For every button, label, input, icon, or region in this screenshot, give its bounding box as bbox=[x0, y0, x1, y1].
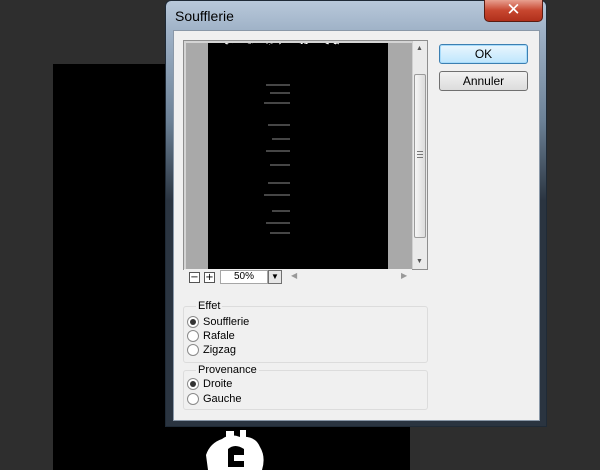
zoom-out-button[interactable]: − bbox=[189, 272, 200, 283]
arrow-right-icon[interactable]: ▶ bbox=[401, 271, 407, 280]
cancel-button[interactable]: Annuler bbox=[439, 71, 528, 91]
effect-option-label: Zigzag bbox=[203, 344, 237, 356]
arrow-up-icon[interactable]: ▲ bbox=[412, 42, 427, 56]
preview-margin-left bbox=[186, 43, 208, 269]
arrow-down-icon[interactable]: ▼ bbox=[412, 255, 427, 269]
preview-margin-right bbox=[388, 43, 412, 269]
source-option-label: Droite bbox=[203, 378, 233, 390]
zoom-bar bbox=[184, 269, 412, 286]
effect-group-label: Effet bbox=[196, 300, 223, 312]
preview-text: Glace bbox=[208, 43, 345, 54]
source-group-label: Provenance bbox=[196, 364, 259, 376]
effect-radio-zigzag[interactable] bbox=[187, 344, 199, 356]
preview-image: Glace bbox=[208, 43, 345, 234]
effect-option-label: Rafale bbox=[203, 330, 235, 342]
arrow-left-icon[interactable]: ◀ bbox=[291, 271, 297, 280]
ok-button[interactable]: OK bbox=[439, 44, 528, 64]
zoom-out-icon: − bbox=[190, 272, 199, 283]
zoom-level-field[interactable]: 50% bbox=[220, 270, 268, 284]
effect-radio-soufflerie[interactable] bbox=[187, 316, 199, 328]
zoom-in-button[interactable]: + bbox=[204, 272, 215, 283]
source-radio-droite[interactable] bbox=[187, 378, 199, 390]
preview-canvas[interactable]: Glace bbox=[208, 43, 388, 269]
close-icon: ✕ bbox=[506, 0, 521, 19]
zoom-dropdown-button[interactable]: ▼ bbox=[268, 270, 282, 284]
source-option-label: Gauche bbox=[203, 393, 242, 405]
scrollbar-grip bbox=[417, 151, 423, 158]
close-button[interactable]: ✕ bbox=[484, 0, 543, 22]
effect-option-label: Soufflerie bbox=[203, 316, 250, 328]
dialog-title: Soufflerie bbox=[175, 8, 234, 24]
zoom-in-icon: + bbox=[205, 272, 214, 283]
chevron-down-icon: ▼ bbox=[271, 272, 279, 281]
source-radio-gauche[interactable] bbox=[187, 393, 199, 405]
effect-radio-rafale[interactable] bbox=[187, 330, 199, 342]
document-text-fragment bbox=[206, 430, 264, 470]
